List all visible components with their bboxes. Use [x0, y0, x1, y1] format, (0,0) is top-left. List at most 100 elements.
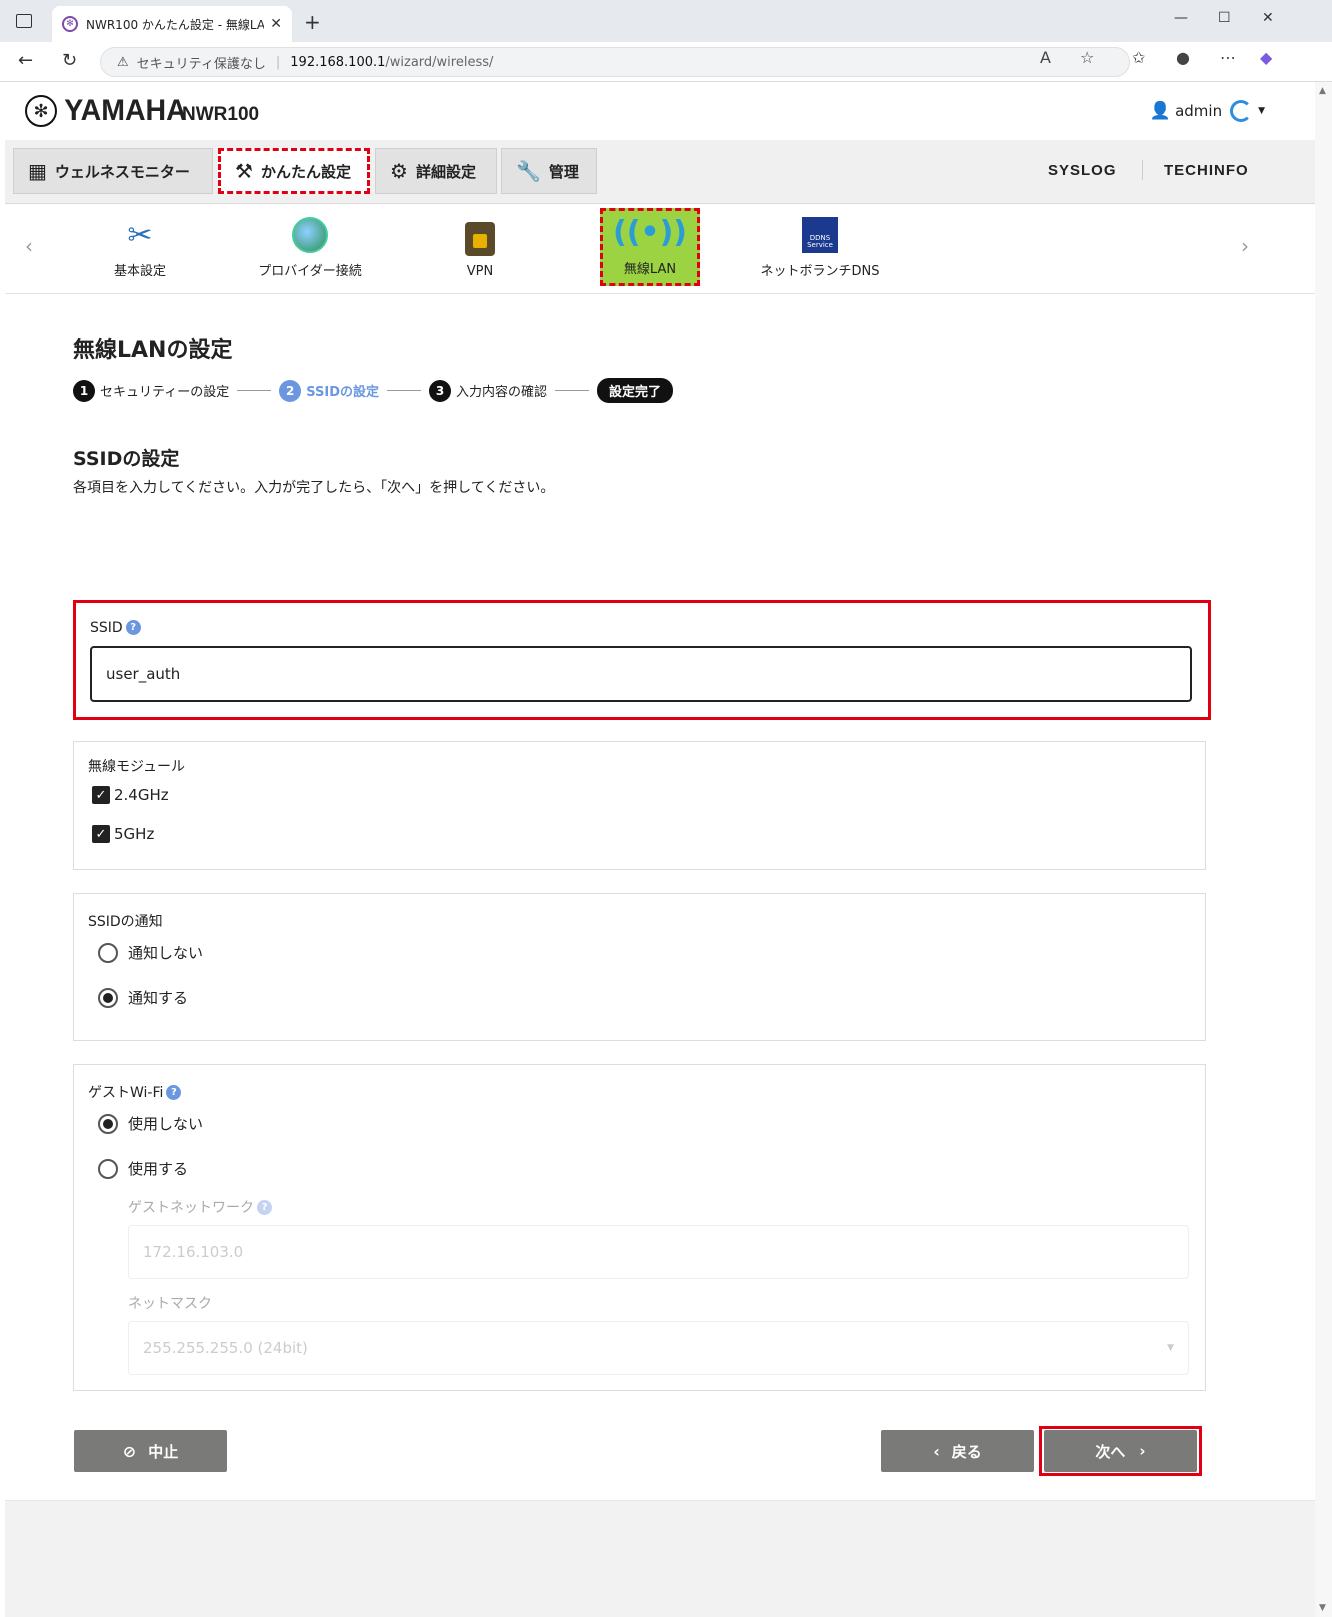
copilot-icon[interactable]: ◆ [1260, 48, 1272, 67]
page-footer [5, 1500, 1315, 1617]
syslog-link[interactable]: SYSLOG [1048, 162, 1117, 179]
tab-label: ウェルネスモニター [54, 162, 190, 181]
checkbox-label: 2.4GHz [114, 786, 169, 804]
step-number: 3 [429, 379, 452, 402]
chevron-left-icon: ‹ [933, 1441, 940, 1461]
tab-easy-setup[interactable]: ⚒ かんたん設定 [218, 148, 370, 194]
loading-spinner-icon [1230, 100, 1253, 122]
page-scrollbar[interactable]: ▲ ▼ [1315, 82, 1332, 1617]
ssid-input[interactable]: user_auth [90, 646, 1192, 702]
help-icon[interactable]: ? [125, 620, 141, 635]
module-2-4ghz-checkbox[interactable]: ✓ 2.4GHz [92, 786, 169, 804]
help-icon: ? [257, 1200, 272, 1215]
step-number: 1 [73, 379, 95, 402]
scroll-down-icon[interactable]: ▼ [1319, 1603, 1326, 1613]
subnav-vpn[interactable]: VPN [432, 209, 528, 285]
broadcast-off-radio[interactable]: 通知しない [98, 942, 203, 963]
help-icon[interactable]: ? [166, 1085, 182, 1100]
subnav-provider-connection[interactable]: プロバイダー接続 [245, 209, 375, 285]
radio-label: 使用する [128, 1160, 189, 1178]
chevron-right-icon[interactable]: › [1241, 234, 1249, 258]
browser-tab[interactable]: ✻ NWR100 かんたん設定 - 無線LAN ✕ [52, 6, 292, 42]
radio-selected-icon [98, 987, 118, 1008]
guest-network-label: ゲストネットワーク? [128, 1197, 272, 1217]
scroll-up-icon[interactable]: ▲ [1319, 86, 1326, 96]
subnav-wireless-lan[interactable]: ((•)) 無線LAN [600, 208, 700, 286]
step-label: 入力内容の確認 [456, 385, 548, 400]
tools-icon: ✂ [127, 217, 153, 253]
new-tab-icon[interactable]: + [304, 10, 321, 34]
guest-disable-radio[interactable]: 使用しない [98, 1113, 203, 1134]
url-path: /wizard/wireless/ [385, 54, 494, 70]
subnav-label: プロバイダー接続 [258, 264, 362, 279]
netmask-label: ネットマスク [128, 1296, 212, 1312]
subnav-label: ネットボランチDNS [760, 264, 880, 279]
tab-label: 管理 [548, 162, 579, 181]
back-button[interactable]: ‹ 戻る [881, 1430, 1034, 1472]
model-name: NWR100 [182, 104, 260, 125]
module-5ghz-checkbox[interactable]: ✓ 5GHz [92, 825, 154, 843]
module-label: 無線モジュール [88, 759, 186, 775]
close-window-icon[interactable]: ✕ [1262, 10, 1274, 26]
user-icon: 👤 [1149, 101, 1172, 121]
prohibit-icon: ⊘ [122, 1441, 137, 1461]
tab-label: 詳細設定 [415, 162, 476, 181]
chevron-right-icon: › [1139, 1442, 1146, 1460]
page-header: ✻ YAMAHA NWR100 👤 admin ▼ [5, 82, 1315, 140]
tab-title: NWR100 かんたん設定 - 無線LAN [86, 17, 265, 32]
ssid-broadcast-panel: SSIDの通知 通知しない 通知する [73, 893, 1206, 1041]
dashboard-icon: ▦ [28, 159, 47, 183]
maximize-icon[interactable]: ☐ [1218, 10, 1231, 26]
url-host: 192.168.100.1 [290, 54, 386, 70]
wrench-icon: 🔧 [516, 159, 541, 183]
guest-label: ゲストWi-Fi? [88, 1082, 182, 1102]
tab-wellness-monitor[interactable]: ▦ ウェルネスモニター [13, 148, 213, 194]
ssid-label: SSID? [90, 620, 141, 636]
section-title: SSIDの設定 [73, 448, 180, 470]
browser-toolbar: ← ↻ ⚠ セキュリティ保護なし | 192.168.100.1 /wizard… [0, 42, 1332, 82]
checkbox-checked-icon: ✓ [92, 825, 110, 843]
brand-name: YAMAHA [64, 94, 187, 127]
instructions: 各項目を入力してください。入力が完了したら、「次へ」を押してください。 [73, 480, 555, 496]
subnav-basic-settings[interactable]: ✂ 基本設定 [92, 209, 188, 285]
broadcast-on-radio[interactable]: 通知する [98, 987, 188, 1008]
guest-wifi-panel: ゲストWi-Fi? 使用しない 使用する ゲストネットワーク? 172.16.1… [73, 1064, 1206, 1391]
user-menu[interactable]: 👤 admin ▼ [1150, 100, 1265, 122]
favorites-list-icon[interactable]: ✩ [1132, 48, 1145, 67]
guest-network-input: 172.16.103.0 [128, 1225, 1189, 1279]
dns-service-icon: DDNS Service [802, 217, 838, 253]
chevron-down-icon: ▼ [1258, 106, 1265, 116]
subnav-netvolante-dns[interactable]: DDNS Service ネットボランチDNS [750, 209, 890, 285]
radio-label: 使用しない [128, 1115, 204, 1133]
minimize-icon[interactable]: — [1174, 10, 1188, 26]
chevron-left-icon[interactable]: ‹ [25, 234, 33, 258]
next-button[interactable]: 次へ › [1044, 1430, 1197, 1472]
netmask-select: 255.255.255.0 (24bit) ▼ [128, 1321, 1189, 1375]
step-label: セキュリティーの設定 [100, 385, 230, 400]
tab-label: かんたん設定 [260, 162, 351, 181]
step-final: 設定完了 [597, 378, 674, 403]
browser-titlebar: ✻ NWR100 かんたん設定 - 無線LAN ✕ + — ☐ ✕ [0, 0, 1332, 42]
tab-advanced-settings[interactable]: ⚙ 詳細設定 [375, 148, 497, 194]
radio-unselected-icon [98, 1158, 118, 1179]
sub-navigation: ‹ ✂ 基本設定 プロバイダー接続 VPN ((•)) 無線LAN DDNS S… [5, 204, 1315, 294]
cancel-button[interactable]: ⊘ 中止 [74, 1430, 227, 1472]
tab-actions-icon[interactable] [16, 14, 32, 28]
close-tab-icon[interactable]: ✕ [270, 16, 282, 32]
techinfo-link[interactable]: TECHINFO [1164, 162, 1249, 179]
profile-avatar-icon[interactable]: ● [1176, 48, 1190, 67]
warning-icon: ⚠ [117, 54, 129, 70]
back-arrow-icon[interactable]: ← [18, 50, 33, 71]
more-menu-icon[interactable]: ⋯ [1220, 48, 1236, 67]
globe-icon [292, 217, 328, 253]
favorite-star-icon[interactable]: ☆ [1080, 48, 1094, 67]
step-number-current: 2 [279, 379, 302, 402]
address-bar[interactable]: ⚠ セキュリティ保護なし | 192.168.100.1 /wizard/wir… [100, 47, 1130, 77]
read-aloud-icon[interactable]: A [1040, 48, 1051, 67]
chevron-down-icon: ▼ [1167, 1343, 1174, 1353]
tab-management[interactable]: 🔧 管理 [501, 148, 597, 194]
magic-wand-icon: ⚒ [235, 159, 253, 183]
reload-icon[interactable]: ↻ [62, 50, 77, 71]
guest-enable-radio[interactable]: 使用する [98, 1158, 188, 1179]
next-button-highlight: 次へ › [1039, 1426, 1202, 1476]
